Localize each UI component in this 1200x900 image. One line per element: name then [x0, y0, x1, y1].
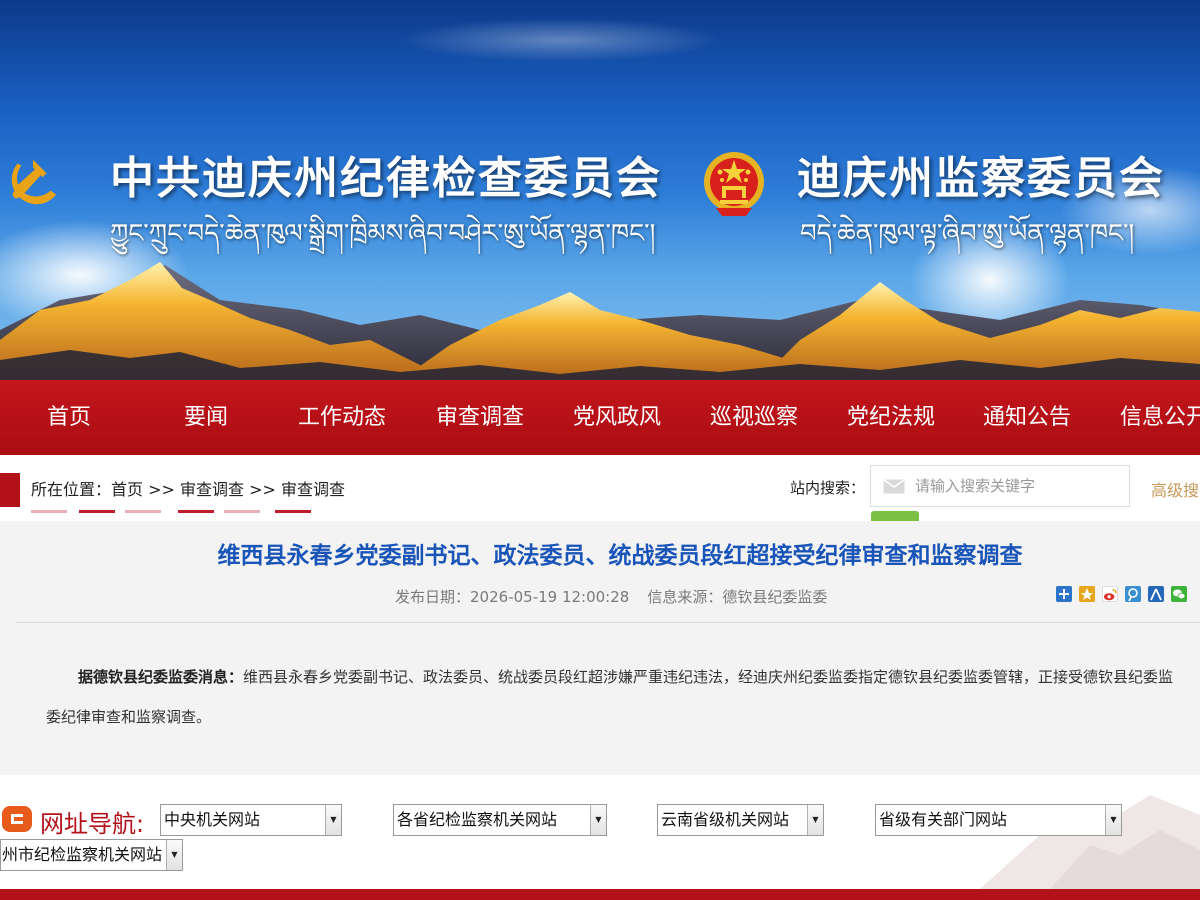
search-input[interactable] [915, 474, 1115, 498]
link-navigation-title: 网址导航: [40, 810, 145, 838]
article-body: 据德钦县纪委监委消息：维西县永春乡党委副书记、政法委员、统战委员段红超涉嫌严重违… [46, 657, 1186, 737]
qzone-icon[interactable] [1079, 586, 1095, 602]
party-emblem-icon [11, 159, 57, 205]
envelope-icon [883, 479, 905, 494]
central-agencies-select-value: 中央机关网站 [164, 810, 261, 829]
nav-notices[interactable]: 通知公告 [958, 380, 1096, 455]
publish-date-label: 发布日期： [395, 588, 471, 606]
provincial-departments-select[interactable]: 省级有关部门网站 ▼ [875, 804, 1122, 836]
discipline-commission-tibetan-title: ཀྱུང་ཀྲུང་བདེ་ཆེན་ཁུལ་སྒྲིག་ཁྲིམས་ཞིབ་བཤ… [110, 219, 656, 249]
link-navigation-icon [2, 806, 32, 832]
breadcrumb-section[interactable]: 审查调查 [178, 476, 261, 513]
provincial-discipline-select-value: 各省纪检监察机关网站 [397, 810, 558, 829]
nav-work-updates[interactable]: 工作动态 [273, 380, 411, 455]
source: 德钦县纪委监委 [722, 588, 828, 606]
nav-investigation[interactable]: 审查调查 [411, 380, 549, 455]
dropdown-arrow-icon: ▼ [166, 840, 182, 870]
weibo-icon[interactable] [1102, 586, 1118, 602]
breadcrumb-separator: >> [249, 480, 276, 499]
article-lead: 据德钦县纪委监委消息： [78, 668, 244, 686]
header-banner: 中共迪庆州纪律检查委员会 ཀྱུང་ཀྲུང་བདེ་ཆེན་ཁུལ་སྒྲིག… [0, 0, 1200, 380]
article-divider [16, 622, 1200, 623]
nav-inspection[interactable]: 巡视巡察 [685, 380, 823, 455]
breadcrumb-current-label: 审查调查 [281, 480, 346, 499]
breadcrumb-separator: >> [148, 480, 175, 499]
nav-disclosure[interactable]: 信息公开 [1095, 380, 1200, 455]
breadcrumb-current[interactable]: 审查调查 [275, 476, 346, 513]
supervision-commission-tibetan-title: བདེ་ཆེན་ཁུལ་ལྟ་ཞིབ་ཨུ་ཡོན་ལྷན་ཁང་། [800, 219, 1135, 249]
provincial-departments-select-value: 省级有关部门网站 [879, 810, 1008, 829]
dropdown-arrow-icon: ▼ [325, 805, 341, 835]
article-meta: 发布日期：2026-05-19 12:00:28 信息来源：德钦县纪委监委 [395, 586, 827, 607]
breadcrumb: 所在位置：首页 >> 审查调查 >> 审查调查 [31, 476, 346, 513]
renren-icon[interactable] [1148, 586, 1164, 602]
article-title: 维西县永春乡党委副书记、政法委员、统战委员段红超接受纪律审查和监察调查 [217, 543, 1023, 569]
prefecture-discipline-select[interactable]: 州市纪检监察机关网站 ▼ [0, 839, 183, 871]
central-agencies-select[interactable]: 中央机关网站 ▼ [160, 804, 342, 836]
nav-home[interactable]: 首页 [0, 380, 138, 455]
yunnan-agencies-select-value: 云南省级机关网站 [661, 810, 790, 829]
site-search-label: 站内搜索： [790, 479, 866, 497]
site-search-box [870, 465, 1130, 507]
yunnan-agencies-select[interactable]: 云南省级机关网站 ▼ [657, 804, 824, 836]
provincial-discipline-select[interactable]: 各省纪检监察机关网站 ▼ [393, 804, 607, 836]
share-plus-icon[interactable] [1056, 586, 1072, 602]
main-navigation: 首页 要闻 工作动态 审查调查 党风政风 巡视巡察 党纪法规 通知公告 信息公开 [0, 380, 1200, 455]
breadcrumb-home-label: 首页 [111, 480, 144, 499]
dropdown-arrow-icon: ▼ [1105, 805, 1121, 835]
nav-news[interactable]: 要闻 [137, 380, 275, 455]
wechat-icon[interactable] [1171, 586, 1187, 602]
breadcrumb-marker [0, 473, 20, 507]
search-button[interactable] [871, 511, 919, 521]
breadcrumb-section-label: 审查调查 [180, 480, 245, 499]
supervision-commission-title: 迪庆州监察委员会 [797, 153, 1165, 204]
nav-conduct[interactable]: 党风政风 [548, 380, 686, 455]
prefecture-discipline-select-value: 州市纪检监察机关网站 [2, 845, 163, 864]
advanced-search-link[interactable]: 高级搜 [1151, 477, 1199, 501]
nav-regulations[interactable]: 党纪法规 [822, 380, 960, 455]
tencent-weibo-icon[interactable] [1125, 586, 1141, 602]
share-toolbar [1056, 586, 1194, 602]
source-label: 信息来源： [647, 588, 723, 606]
discipline-commission-title: 中共迪庆州纪律检查委员会 [110, 153, 662, 204]
breadcrumb-prefix: 所在位置： [31, 480, 112, 499]
breadcrumb-home[interactable]: 首页 [31, 476, 162, 513]
national-emblem-icon [704, 152, 764, 216]
dropdown-arrow-icon: ▼ [807, 805, 823, 835]
footer-bar [0, 889, 1200, 900]
dropdown-arrow-icon: ▼ [590, 805, 606, 835]
publish-date: 2026-05-19 12:00:28 [470, 588, 630, 606]
